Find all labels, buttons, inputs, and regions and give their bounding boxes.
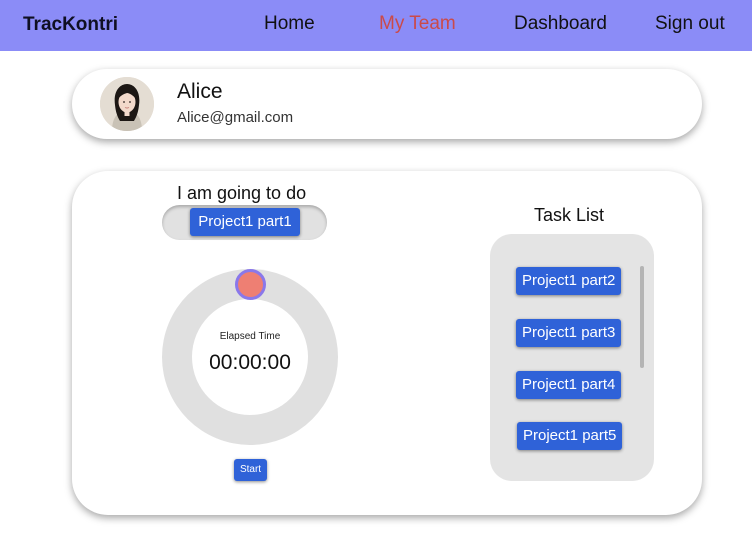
task-list-item[interactable]: Project1 part5 [517,422,623,450]
elapsed-time-value: 00:00:00 [209,351,291,374]
task-list-scrollbar[interactable] [640,266,644,368]
task-list-panel: Project1 part2 Project1 part3 Project1 p… [490,234,654,481]
elapsed-time-label: Elapsed Time [219,331,281,342]
profile-name: Alice [177,80,223,103]
task-list-item[interactable]: Project1 part3 [516,319,622,347]
nav-sign-out-link[interactable]: Sign out [655,13,725,35]
nav-dashboard-link[interactable]: Dashboard [514,13,607,35]
task-list-item[interactable]: Project1 part4 [516,371,622,399]
brand-logo[interactable]: TracKontri [23,14,118,36]
top-navbar: TracKontri Home My Team Dashboard Sign o… [0,0,752,51]
start-button[interactable]: Start [234,459,267,481]
task-list-item[interactable]: Project1 part2 [516,267,622,295]
task-list-title: Task List [534,205,605,225]
nav-home-link[interactable]: Home [264,13,315,35]
profile-card: Alice Alice@gmail.com [72,69,702,139]
nav-my-team-link[interactable]: My Team [379,13,456,35]
going-to-do-label: I am going to do [177,183,307,203]
user-avatar-icon [100,77,154,131]
timer-card: I am going to do Project1 part1 Elapsed … [72,171,702,515]
timer-face: Elapsed Time 00:00:00 [192,299,308,415]
selected-task-chip[interactable]: Project1 part1 [190,208,300,236]
timer-handle[interactable] [235,269,266,300]
profile-email: Alice@gmail.com [177,109,294,126]
